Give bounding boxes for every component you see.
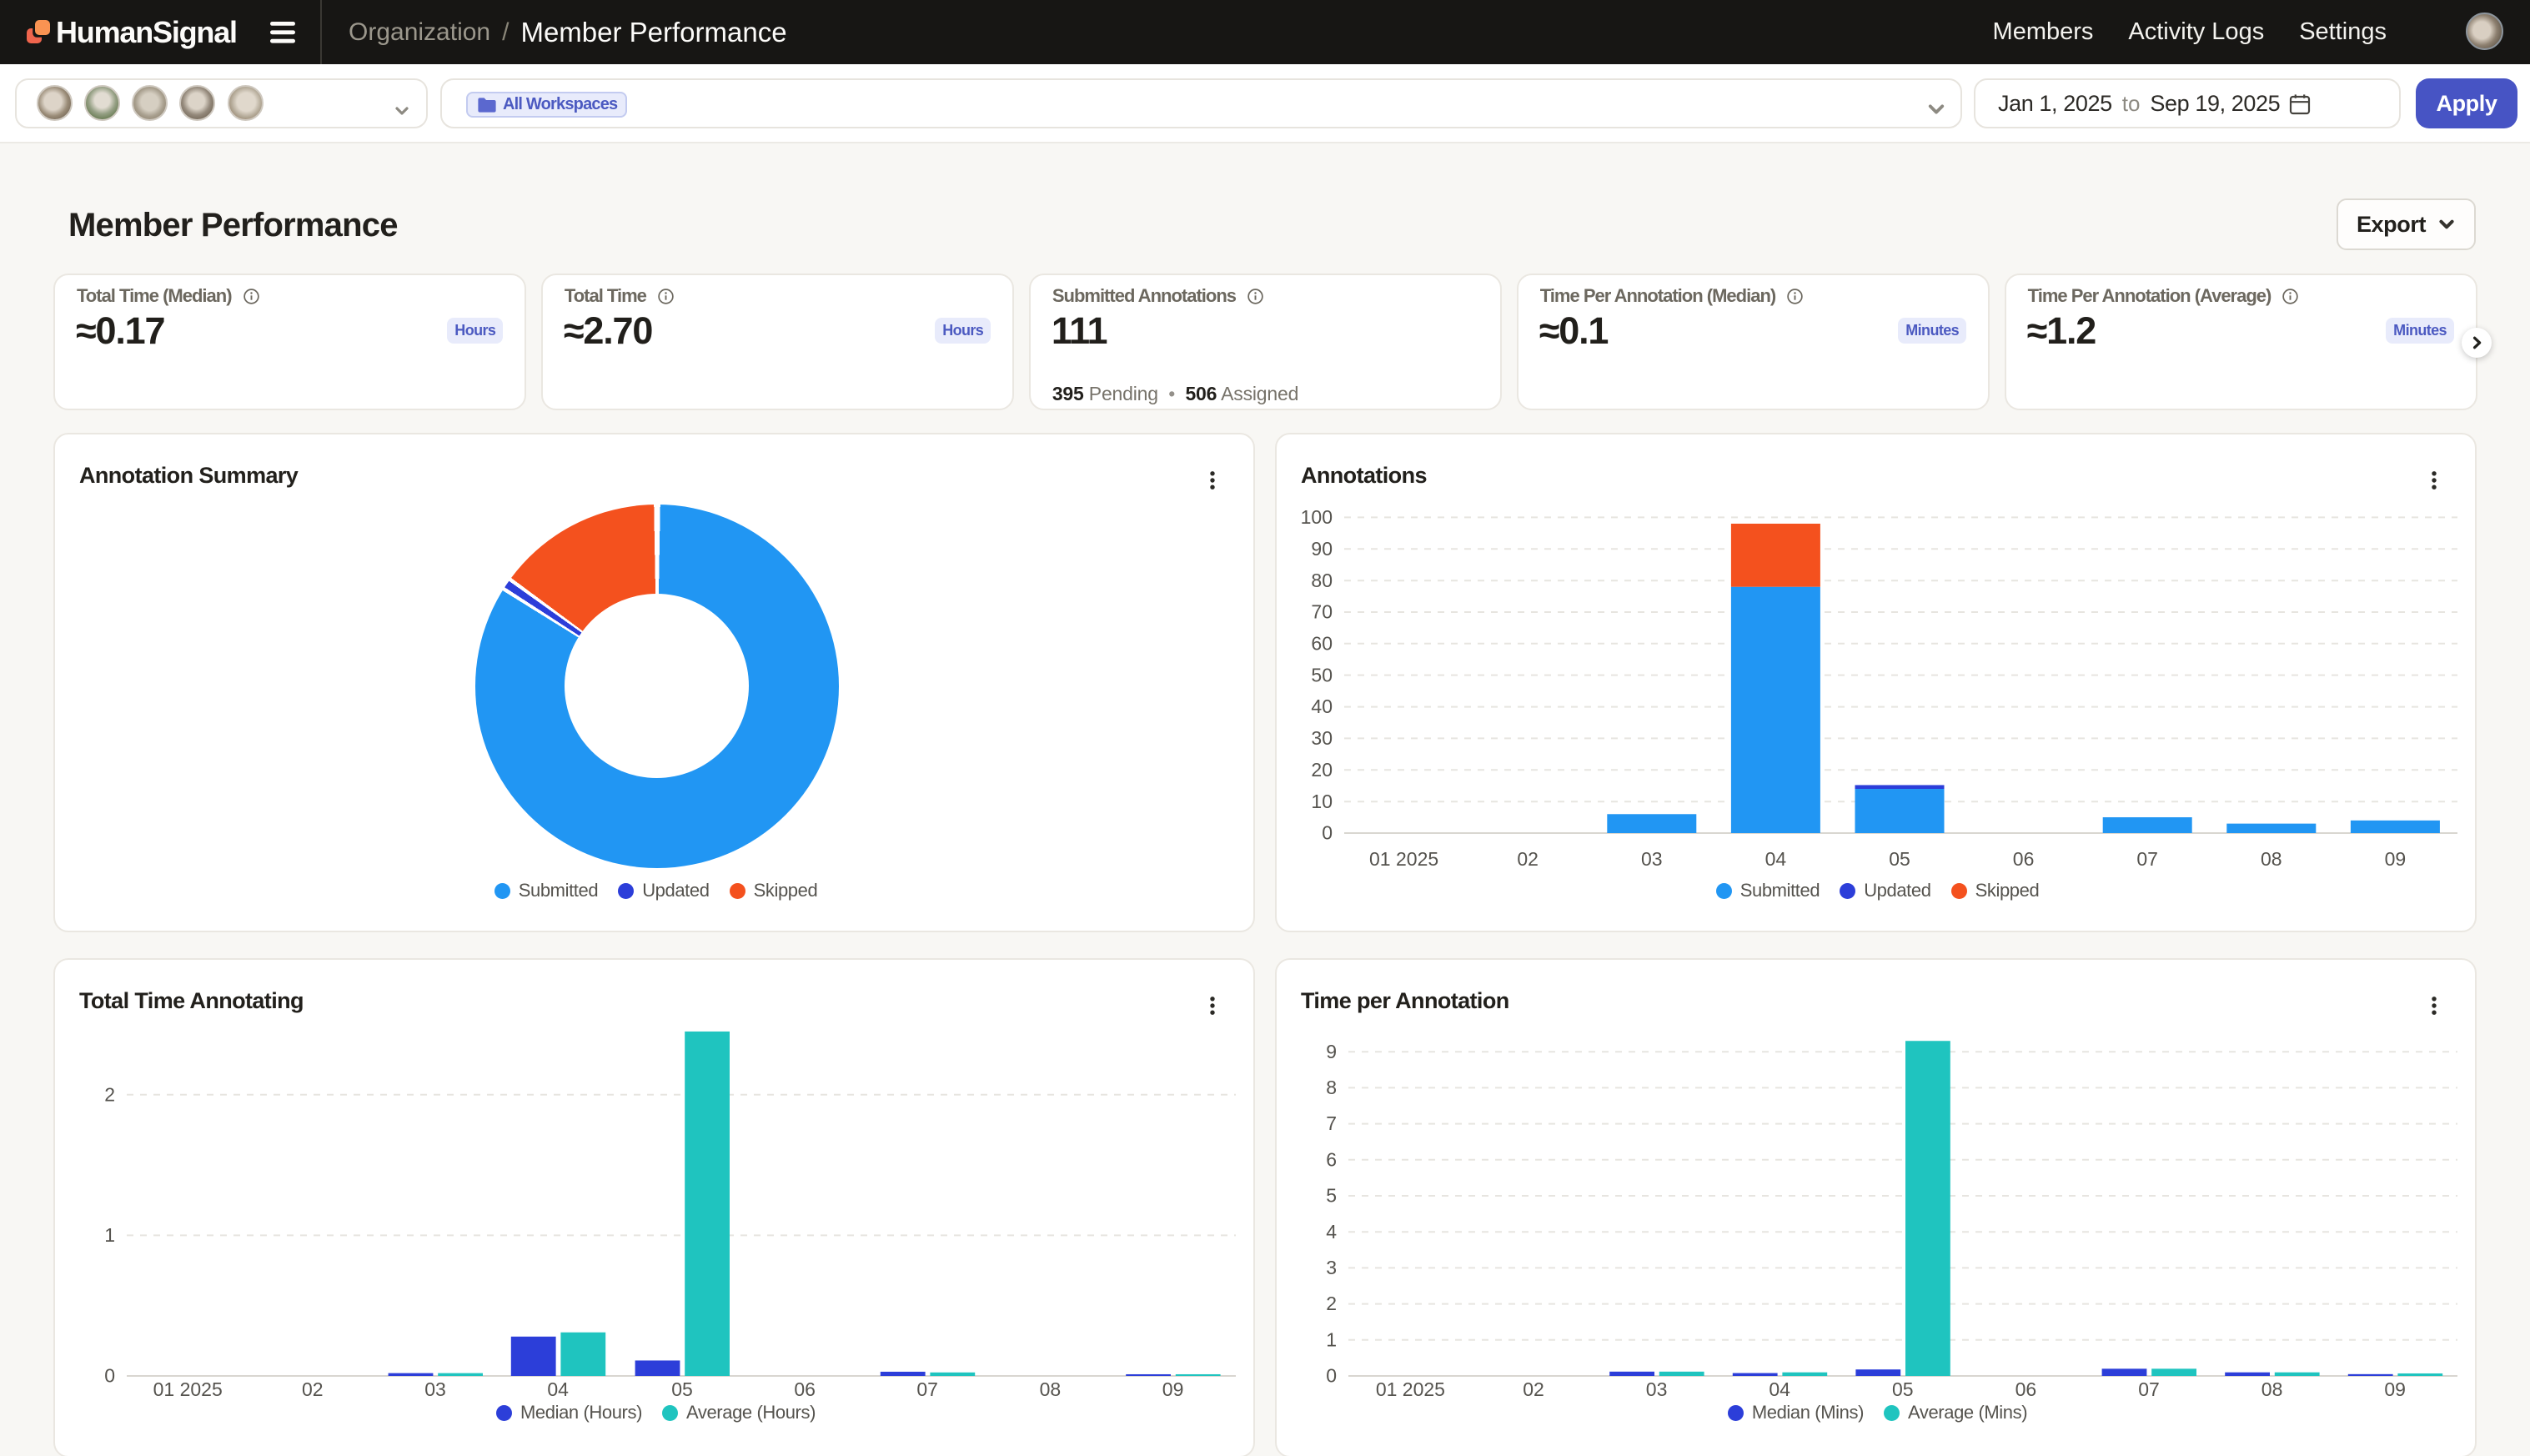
svg-text:09: 09	[1162, 1378, 1184, 1400]
svg-text:07: 07	[2138, 1378, 2160, 1400]
svg-text:30: 30	[1311, 727, 1333, 749]
svg-text:0: 0	[104, 1365, 115, 1387]
svg-text:8: 8	[1326, 1077, 1337, 1098]
svg-text:40: 40	[1311, 695, 1333, 717]
svg-text:02: 02	[302, 1378, 324, 1400]
svg-text:06: 06	[2013, 848, 2035, 870]
svg-text:05: 05	[671, 1378, 693, 1400]
svg-text:01 2025: 01 2025	[1369, 848, 1438, 870]
svg-text:10: 10	[1311, 791, 1333, 812]
svg-text:60: 60	[1311, 632, 1333, 654]
svg-text:09: 09	[2384, 1378, 2406, 1400]
svg-text:06: 06	[2015, 1378, 2037, 1400]
svg-text:2: 2	[104, 1083, 115, 1105]
svg-text:70: 70	[1311, 601, 1333, 623]
svg-text:05: 05	[1889, 848, 1910, 870]
svg-text:0: 0	[1326, 1365, 1337, 1387]
svg-text:4: 4	[1326, 1221, 1337, 1243]
svg-text:08: 08	[2261, 1378, 2283, 1400]
svg-text:20: 20	[1311, 759, 1333, 781]
svg-text:50: 50	[1311, 664, 1333, 685]
svg-text:80: 80	[1311, 570, 1333, 591]
svg-text:01 2025: 01 2025	[153, 1378, 223, 1400]
svg-text:5: 5	[1326, 1185, 1337, 1207]
svg-text:9: 9	[1326, 1041, 1337, 1062]
svg-text:100: 100	[1301, 506, 1333, 528]
svg-text:90: 90	[1311, 538, 1333, 560]
svg-text:08: 08	[1040, 1378, 1062, 1400]
svg-text:07: 07	[2136, 848, 2158, 870]
svg-text:3: 3	[1326, 1257, 1337, 1278]
svg-text:03: 03	[424, 1378, 446, 1400]
svg-text:02: 02	[1523, 1378, 1544, 1400]
svg-text:08: 08	[2261, 848, 2282, 870]
svg-text:1: 1	[104, 1224, 115, 1246]
svg-text:2: 2	[1326, 1293, 1337, 1314]
svg-text:7: 7	[1326, 1112, 1337, 1134]
svg-text:09: 09	[2385, 848, 2407, 870]
svg-text:06: 06	[794, 1378, 816, 1400]
svg-text:04: 04	[547, 1378, 569, 1400]
svg-text:02: 02	[1517, 848, 1539, 870]
svg-text:0: 0	[1322, 822, 1333, 844]
svg-text:03: 03	[1646, 1378, 1668, 1400]
svg-text:01 2025: 01 2025	[1376, 1378, 1445, 1400]
svg-text:07: 07	[916, 1378, 938, 1400]
svg-text:04: 04	[1765, 848, 1787, 870]
svg-text:03: 03	[1641, 848, 1663, 870]
svg-text:1: 1	[1326, 1328, 1337, 1350]
svg-text:6: 6	[1326, 1148, 1337, 1170]
svg-text:05: 05	[1892, 1378, 1914, 1400]
svg-text:04: 04	[1769, 1378, 1790, 1400]
